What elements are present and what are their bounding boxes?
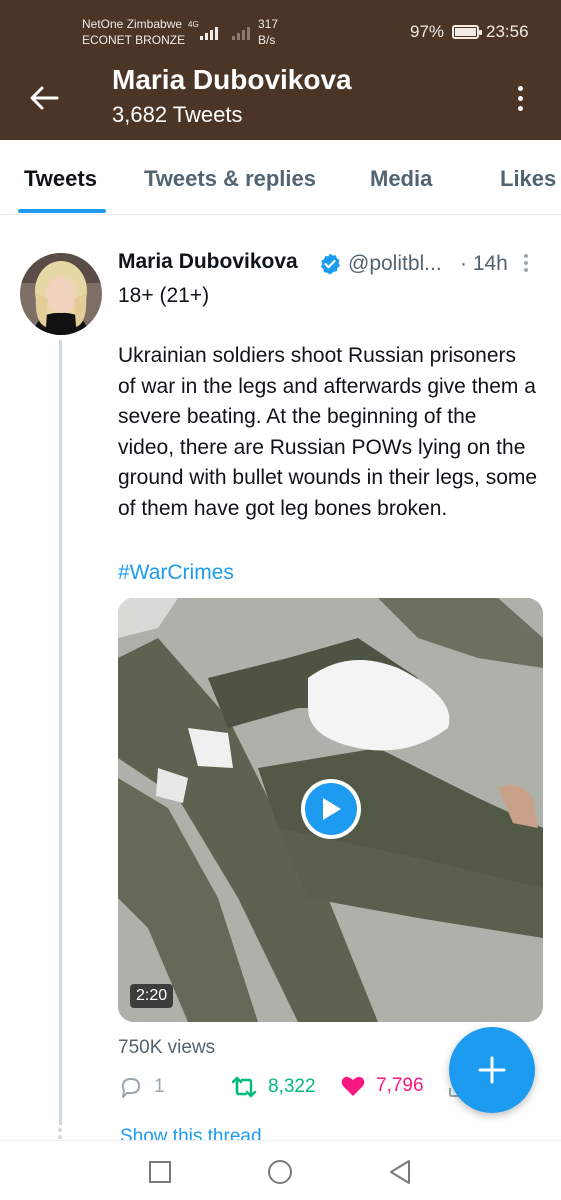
- recents-button[interactable]: [145, 1157, 175, 1187]
- active-tab-indicator: [18, 209, 106, 213]
- system-nav-bar: [0, 1140, 561, 1200]
- tab-media[interactable]: Media: [370, 166, 432, 192]
- back-button[interactable]: [24, 78, 64, 118]
- compose-tweet-button[interactable]: [449, 1027, 535, 1113]
- circle-icon: [268, 1160, 292, 1184]
- show-thread-link[interactable]: Show this thread: [120, 1126, 262, 1140]
- profile-title: Maria Dubovikova: [112, 64, 352, 95]
- like-button[interactable]: 7,796: [340, 1074, 424, 1098]
- tweet-time[interactable]: · 14h: [460, 252, 508, 276]
- play-icon: [323, 798, 341, 820]
- like-count: 7,796: [376, 1075, 424, 1096]
- signal-icon: [200, 24, 218, 40]
- tweet-menu-button[interactable]: [524, 254, 528, 272]
- tweet-count: 3,682 Tweets: [112, 102, 243, 127]
- network-speed: 317 B/s: [258, 16, 278, 48]
- arrow-left-icon: [30, 86, 59, 110]
- signal-2-icon: [232, 24, 250, 40]
- battery-icon: [452, 25, 482, 39]
- verified-badge-icon: [320, 253, 340, 275]
- back-nav-button[interactable]: [385, 1157, 415, 1187]
- retweet-count: 8,322: [268, 1076, 316, 1097]
- home-button[interactable]: [265, 1157, 295, 1187]
- square-icon: [149, 1161, 171, 1183]
- carrier-labels: NetOne Zimbabwe ECONET BRONZE: [82, 16, 185, 48]
- tweet-text: Ukrainian soldiers shoot Russian prisone…: [118, 344, 538, 520]
- more-vertical-icon: [517, 85, 523, 91]
- tab-tweets[interactable]: Tweets: [24, 166, 97, 192]
- plus-icon: [478, 1056, 506, 1084]
- tab-tweets-replies[interactable]: Tweets & replies: [144, 166, 316, 192]
- reply-button[interactable]: 1: [118, 1074, 165, 1100]
- profile-tabs: Tweets Tweets & replies Media Likes: [0, 140, 561, 215]
- avatar[interactable]: [20, 253, 102, 335]
- video-duration: 2:20: [130, 984, 174, 1008]
- speed-value: 317: [258, 17, 279, 31]
- tweet-actions: 1 8,322 7,796: [118, 1074, 467, 1104]
- video-player[interactable]: 2:20: [118, 598, 543, 1022]
- battery-percent: 97%: [410, 22, 445, 41]
- thread-continuation-dots: [58, 1128, 62, 1139]
- retweet-icon: [231, 1076, 257, 1098]
- status-time: 23:56: [486, 22, 529, 41]
- more-vertical-icon: [524, 254, 528, 258]
- app-header: NetOne Zimbabwe ECONET BRONZE 4G 317 B/s…: [0, 0, 561, 140]
- reply-count: 1: [154, 1076, 165, 1097]
- play-button[interactable]: [301, 779, 361, 839]
- thread-line: [59, 340, 62, 1125]
- hashtag-link[interactable]: #WarCrimes: [118, 561, 234, 585]
- tweet-author-name[interactable]: Maria Dubovikova: [118, 250, 298, 274]
- reply-icon: [122, 1078, 140, 1098]
- avatar-image: [20, 253, 102, 335]
- heart-icon: [341, 1076, 365, 1096]
- status-bar: NetOne Zimbabwe ECONET BRONZE 4G 317 B/s…: [0, 0, 561, 50]
- speed-unit: B/s: [258, 33, 276, 47]
- view-count: 750K views: [118, 1037, 216, 1058]
- carrier-2: ECONET BRONZE: [82, 33, 186, 47]
- more-options-button[interactable]: [504, 78, 536, 118]
- tab-likes[interactable]: Likes: [500, 166, 556, 192]
- tweet-handle[interactable]: @politbl...: [348, 252, 442, 276]
- retweet-button[interactable]: 8,322: [230, 1074, 316, 1100]
- triangle-back-icon: [390, 1160, 410, 1184]
- tweet-author-subtitle: 18+ (21+): [118, 284, 210, 307]
- carrier-1: NetOne Zimbabwe: [82, 17, 183, 31]
- network-type: 4G: [188, 20, 199, 29]
